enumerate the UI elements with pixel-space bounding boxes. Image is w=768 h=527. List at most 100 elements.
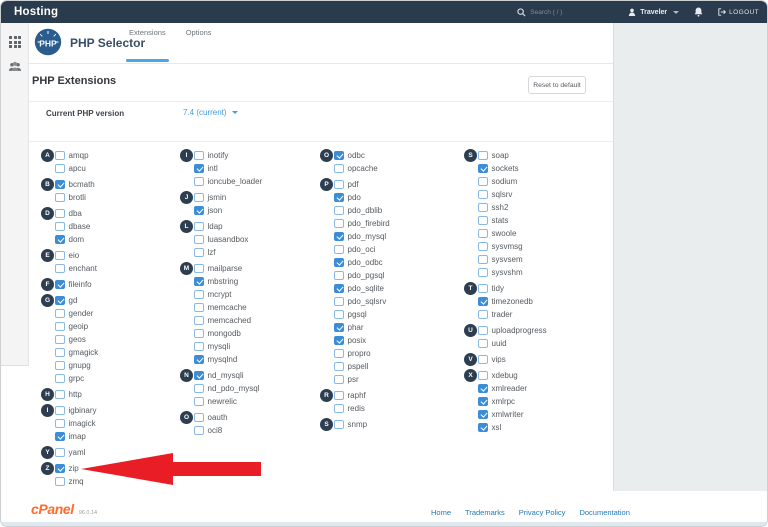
extension-checkbox[interactable] [478, 339, 488, 349]
extension-checkbox[interactable] [194, 206, 204, 216]
extension-row[interactable]: stats [478, 214, 599, 227]
extension-row[interactable]: ldap [194, 220, 315, 233]
extension-row[interactable]: uploadprogress [478, 324, 599, 337]
extension-checkbox[interactable] [478, 371, 488, 381]
extension-checkbox[interactable] [478, 297, 488, 307]
extension-checkbox[interactable] [334, 232, 344, 242]
extension-row[interactable]: intl [194, 162, 315, 175]
extension-row[interactable]: sysvsem [478, 253, 599, 266]
extension-row[interactable]: mailparse [194, 262, 315, 275]
extension-checkbox[interactable] [194, 264, 204, 274]
extension-checkbox[interactable] [478, 384, 488, 394]
extension-row[interactable]: xmlrpc [478, 395, 599, 408]
extension-row[interactable]: swoole [478, 227, 599, 240]
sidebar-item-apps[interactable] [1, 29, 29, 55]
extension-row[interactable]: nd_pdo_mysql [194, 382, 315, 395]
extension-row[interactable]: luasandbox [194, 233, 315, 246]
extension-checkbox[interactable] [334, 323, 344, 333]
extension-row[interactable]: xdebug [478, 369, 599, 382]
extension-checkbox[interactable] [194, 303, 204, 313]
extension-checkbox[interactable] [55, 464, 65, 474]
extension-checkbox[interactable] [55, 251, 65, 261]
extension-row[interactable]: mysqlnd [194, 353, 315, 366]
extension-checkbox[interactable] [334, 206, 344, 216]
extension-row[interactable]: sockets [478, 162, 599, 175]
extension-checkbox[interactable] [478, 410, 488, 420]
extension-row[interactable]: jsmin [194, 191, 315, 204]
extension-checkbox[interactable] [55, 406, 65, 416]
footer-link-documentation[interactable]: Documentation [579, 508, 629, 517]
extension-row[interactable]: geos [55, 333, 176, 346]
extension-row[interactable]: json [194, 204, 315, 217]
extension-row[interactable]: newrelic [194, 395, 315, 408]
extension-row[interactable]: nd_mysqli [194, 369, 315, 382]
extension-row[interactable]: redis [334, 402, 455, 415]
extension-row[interactable]: timezonedb [478, 295, 599, 308]
extension-row[interactable]: pdo_sqlite [334, 282, 455, 295]
extension-row[interactable]: pdo_firebird [334, 217, 455, 230]
tab-options[interactable]: Options [186, 1, 212, 63]
extension-row[interactable]: lzf [194, 246, 315, 259]
extension-row[interactable]: psr [334, 373, 455, 386]
extension-checkbox[interactable] [55, 296, 65, 306]
extension-checkbox[interactable] [55, 335, 65, 345]
extension-checkbox[interactable] [478, 397, 488, 407]
extension-checkbox[interactable] [55, 390, 65, 400]
extension-checkbox[interactable] [334, 391, 344, 401]
extension-row[interactable]: pgsql [334, 308, 455, 321]
extension-checkbox[interactable] [334, 310, 344, 320]
logout-button[interactable]: LOGOUT [718, 8, 759, 16]
extension-row[interactable]: xsl [478, 421, 599, 434]
extension-checkbox[interactable] [194, 426, 204, 436]
footer-link-privacy-policy[interactable]: Privacy Policy [519, 508, 566, 517]
extension-checkbox[interactable] [194, 355, 204, 365]
extension-row[interactable]: pdf [334, 178, 455, 191]
php-version-select[interactable]: 7.4 (current) [183, 108, 238, 117]
extension-row[interactable]: raphf [334, 389, 455, 402]
extension-checkbox[interactable] [478, 177, 488, 187]
extension-checkbox[interactable] [194, 164, 204, 174]
extension-row[interactable]: oauth [194, 411, 315, 424]
extension-checkbox[interactable] [55, 264, 65, 274]
extension-checkbox[interactable] [478, 255, 488, 265]
extension-row[interactable]: memcached [194, 314, 315, 327]
extension-checkbox[interactable] [194, 177, 204, 187]
extension-checkbox[interactable] [194, 277, 204, 287]
extension-checkbox[interactable] [478, 355, 488, 365]
extension-checkbox[interactable] [55, 309, 65, 319]
extension-checkbox[interactable] [334, 297, 344, 307]
extension-checkbox[interactable] [478, 229, 488, 239]
extension-checkbox[interactable] [334, 362, 344, 372]
extension-checkbox[interactable] [55, 280, 65, 290]
extension-row[interactable]: xmlreader [478, 382, 599, 395]
extension-row[interactable]: dbase [55, 220, 176, 233]
extension-checkbox[interactable] [55, 235, 65, 245]
extension-checkbox[interactable] [334, 375, 344, 385]
extension-row[interactable]: gd [55, 294, 176, 307]
extension-checkbox[interactable] [334, 219, 344, 229]
extension-row[interactable]: inotify [194, 149, 315, 162]
extension-row[interactable]: odbc [334, 149, 455, 162]
footer-link-trademarks[interactable]: Trademarks [465, 508, 505, 517]
extension-checkbox[interactable] [55, 419, 65, 429]
extension-checkbox[interactable] [334, 420, 344, 430]
extension-row[interactable]: vips [478, 353, 599, 366]
footer-link-home[interactable]: Home [431, 508, 451, 517]
extension-row[interactable]: grpc [55, 372, 176, 385]
extension-checkbox[interactable] [478, 164, 488, 174]
extension-row[interactable]: brotli [55, 191, 176, 204]
extension-row[interactable]: mcrypt [194, 288, 315, 301]
extension-checkbox[interactable] [478, 284, 488, 294]
extension-checkbox[interactable] [334, 151, 344, 161]
extension-row[interactable]: posix [334, 334, 455, 347]
extension-checkbox[interactable] [194, 413, 204, 423]
extension-row[interactable]: pdo_odbc [334, 256, 455, 269]
extension-row[interactable]: uuid [478, 337, 599, 350]
extension-checkbox[interactable] [334, 193, 344, 203]
extension-row[interactable]: tidy [478, 282, 599, 295]
extension-row[interactable]: snmp [334, 418, 455, 431]
extension-row[interactable]: dba [55, 207, 176, 220]
extension-row[interactable]: gnupg [55, 359, 176, 372]
extension-checkbox[interactable] [55, 477, 65, 487]
extension-checkbox[interactable] [478, 423, 488, 433]
